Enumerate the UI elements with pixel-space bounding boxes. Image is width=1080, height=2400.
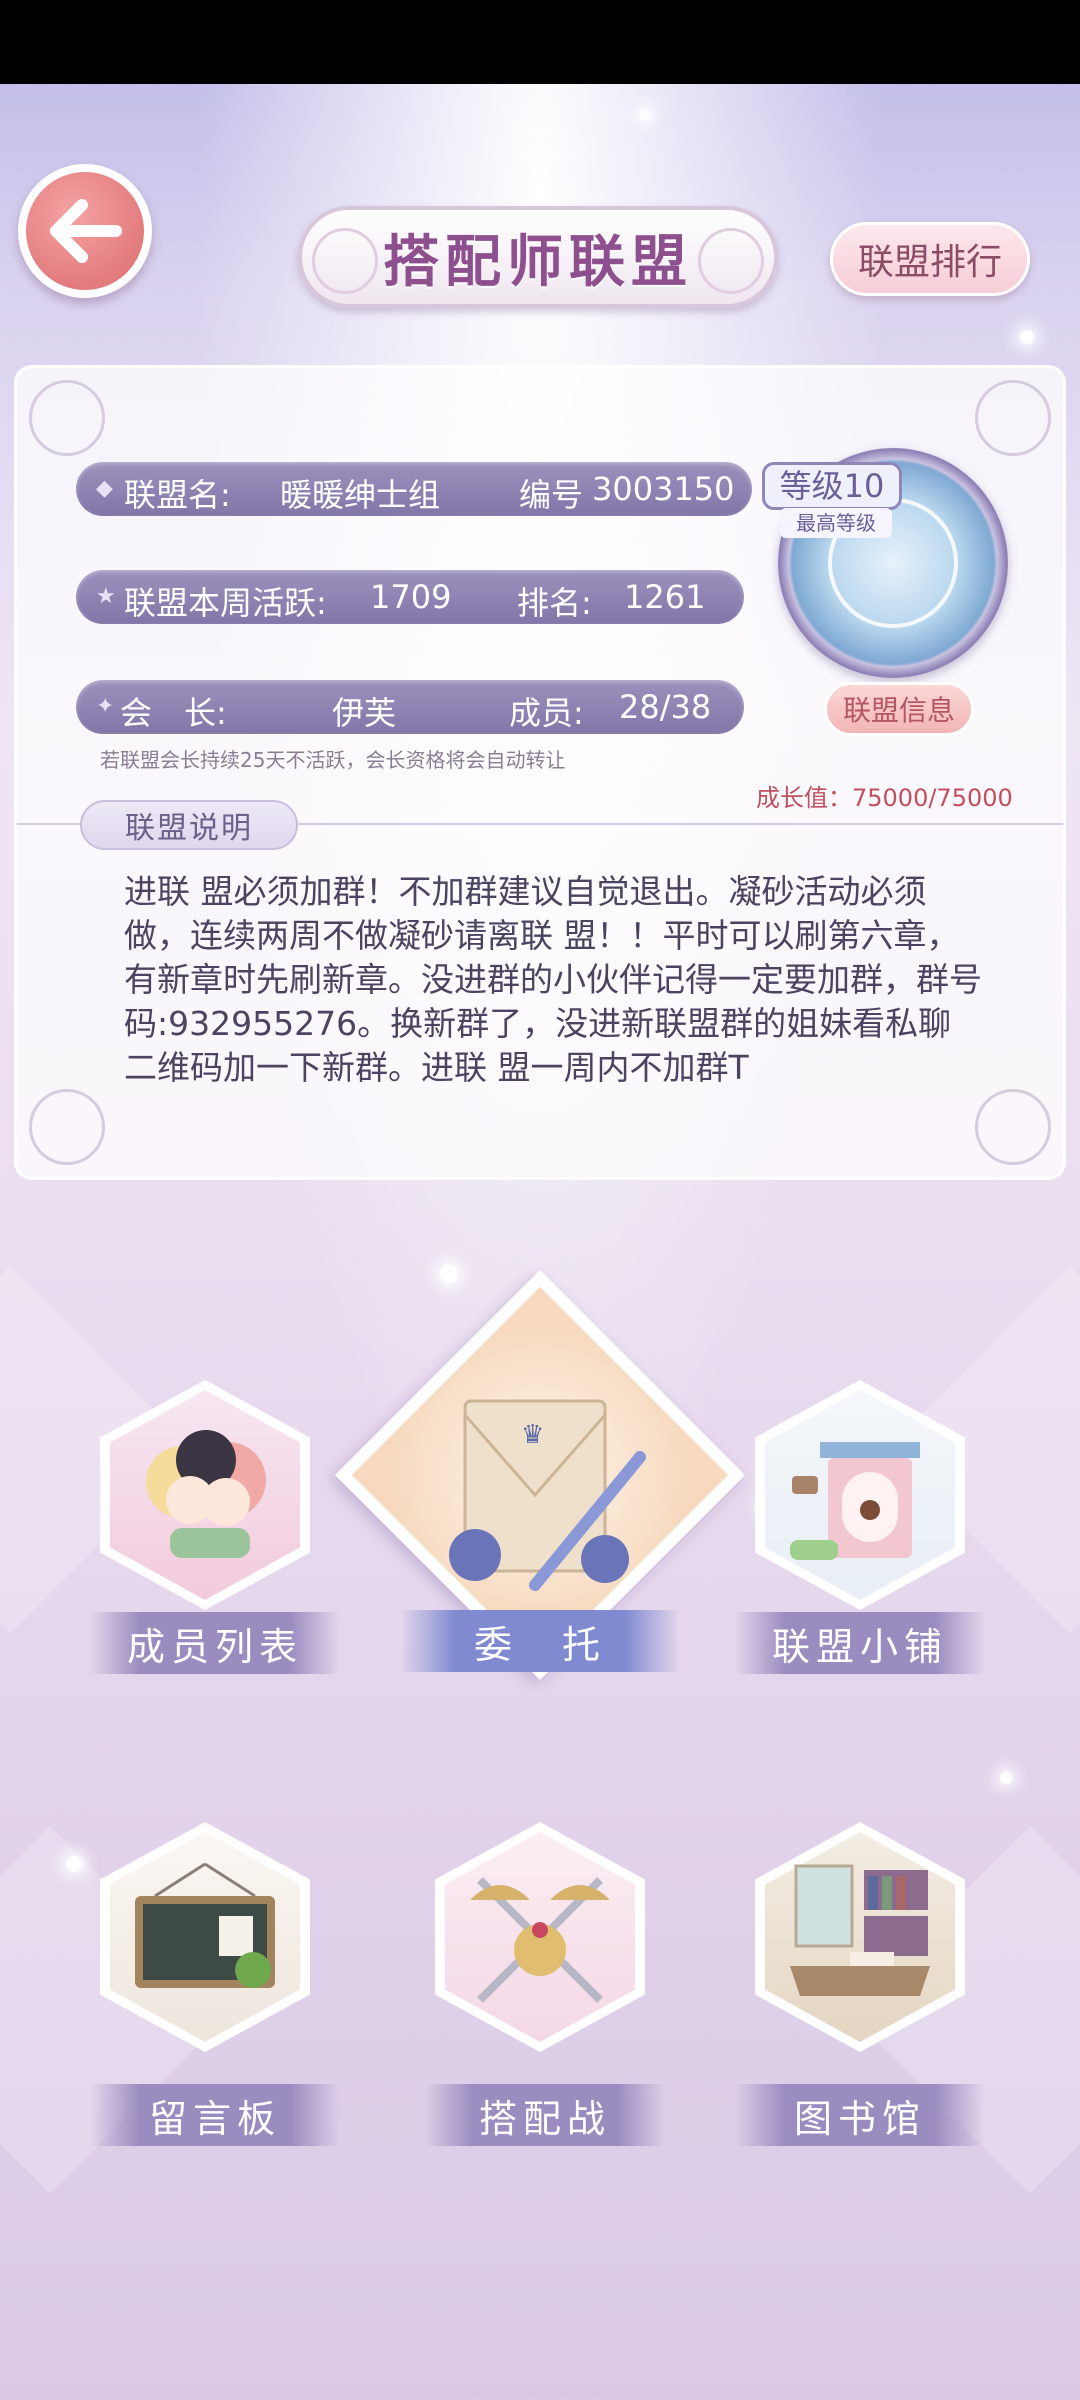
alliance-info-button[interactable]: 联盟信息: [824, 682, 974, 736]
sparkle-icon: ✦: [96, 694, 115, 719]
bookshelf-icon: [790, 1864, 930, 1996]
alliance-name-label: 联盟名:: [124, 476, 231, 514]
weekly-active-value: 1709: [370, 578, 452, 616]
alliance-shop-label: 联盟小铺: [735, 1612, 985, 1674]
members-icon: [146, 1430, 266, 1558]
members-label: 成员列表: [90, 1612, 340, 1674]
star-icon: ★: [96, 584, 116, 609]
styling-battle-label: 搭配战: [425, 2084, 665, 2146]
rose-ornament-icon: [698, 228, 764, 294]
svg-text:♛: ♛: [521, 1420, 544, 1450]
page-title: 搭配师联盟: [383, 228, 693, 295]
page-title-plate: 搭配师联盟: [298, 206, 778, 308]
max-level-label: 最高等级: [780, 508, 892, 538]
description-heading: 联盟说明: [80, 800, 298, 850]
envelope-quill-icon: ♛: [449, 1399, 646, 1591]
leader-transfer-note: 若联盟会长持续25天不活跃，会长资格将会自动转让: [100, 748, 566, 772]
alliance-id-label: 编号: [519, 476, 584, 514]
leader-name: 伊芙: [332, 694, 397, 732]
sparkle: [1000, 1772, 1012, 1784]
level-badge: 等级10: [762, 462, 902, 510]
chalkboard-icon: [135, 1862, 275, 1988]
book-icon: ◆: [96, 476, 113, 501]
sparkle: [1020, 330, 1034, 344]
crossed-swords-icon: [470, 1877, 610, 2003]
alliance-name-value: 暖暖绅士组: [280, 476, 441, 514]
rose-ornament-icon: [29, 380, 105, 456]
rose-ornament-icon: [29, 1089, 105, 1165]
weekly-active-label: 联盟本周活跃:: [124, 584, 327, 622]
commission-label: 委 托: [400, 1610, 680, 1672]
back-button[interactable]: [18, 164, 152, 298]
growth-value: 成长值：75000/75000: [756, 784, 1013, 812]
rose-ornament-icon: [975, 380, 1051, 456]
leader-label: 会 长:: [120, 694, 227, 732]
alliance-name-row: ◆ 联盟名: 暖暖绅士组 编号 3003150: [76, 462, 752, 516]
library-label: 图书馆: [735, 2084, 985, 2146]
rose-ornament-icon: [312, 228, 378, 294]
members-label: 成员:: [509, 694, 584, 732]
status-bar: [0, 0, 1080, 84]
rose-ornament-icon: [975, 1089, 1051, 1165]
arrow-left-icon: [50, 199, 122, 263]
weekly-activity-row: ★ 联盟本周活跃: 1709 排名: 1261: [76, 570, 744, 624]
alliance-description: 进联 盟必须加群！不加群建议自觉退出。凝砂活动必须做，连续两周不做凝砂请离联 盟…: [124, 872, 982, 1087]
leader-row: ✦ 会 长: 伊芙 成员: 28/38: [76, 680, 744, 734]
alliance-ranking-button[interactable]: 联盟排行: [830, 222, 1030, 296]
shop-icon: [790, 1442, 920, 1560]
members-value: 28/38: [619, 688, 712, 726]
sparkle: [66, 1856, 82, 1872]
rank-label: 排名:: [517, 584, 592, 622]
sparkle: [640, 110, 650, 120]
message-board-label: 留言板: [90, 2084, 340, 2146]
alliance-id-value: 3003150: [592, 470, 735, 508]
sparkle: [440, 1265, 458, 1283]
rank-value: 1261: [624, 578, 706, 616]
